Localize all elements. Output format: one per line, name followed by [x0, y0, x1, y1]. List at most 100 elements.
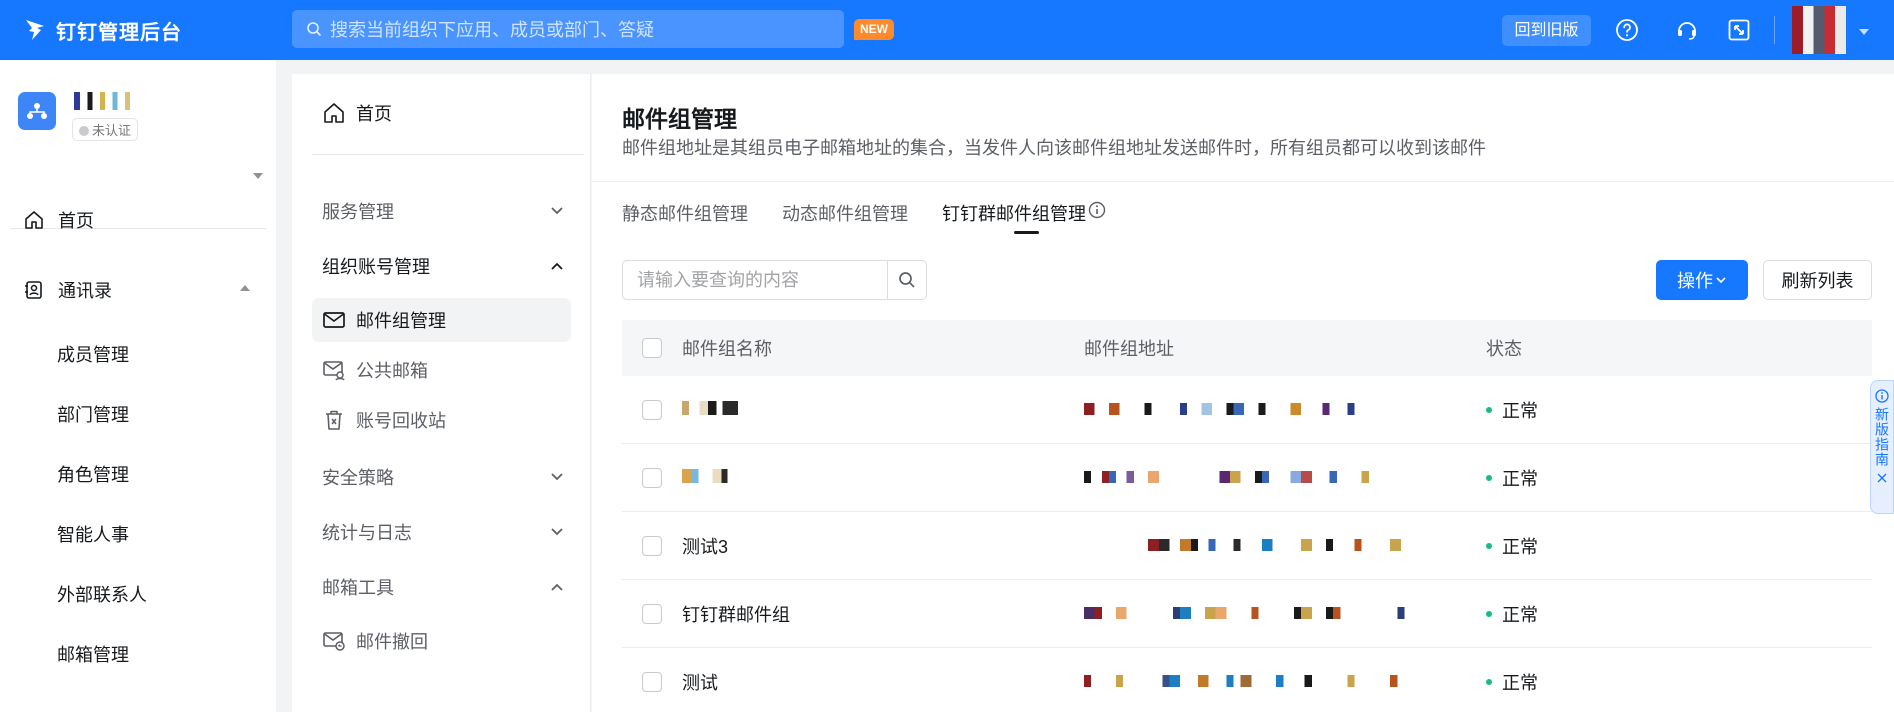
- table-header: 邮件组名称 邮件组地址 状态: [622, 320, 1872, 376]
- tab-static-mail-group[interactable]: 静态邮件组管理: [622, 200, 748, 226]
- redacted-group-address: [1084, 607, 1440, 619]
- query-search-button[interactable]: [887, 260, 927, 300]
- status-dot: [1486, 474, 1492, 481]
- sidebar-item-departments[interactable]: 部门管理: [57, 401, 129, 427]
- redacted-group-name: [682, 469, 758, 483]
- nav-group-label: 组织账号管理: [322, 257, 430, 277]
- nav-group-service[interactable]: 服务管理: [322, 198, 564, 224]
- info-icon: [1875, 389, 1889, 403]
- status-text: 正常: [1502, 468, 1538, 489]
- status-dot: [1486, 406, 1492, 413]
- org-dropdown-icon[interactable]: [252, 168, 264, 186]
- nav-item-label: 邮件撤回: [356, 632, 428, 652]
- secondary-nav-home[interactable]: 首页: [322, 100, 392, 126]
- chevron-up-icon: [551, 262, 563, 270]
- nav-item-label: 账号回收站: [356, 411, 446, 431]
- info-icon[interactable]: [1088, 201, 1106, 224]
- nav-item-recycle-bin[interactable]: 账号回收站: [312, 398, 571, 442]
- mail-group-table: 邮件组名称 邮件组地址 状态 正常 正常 测试3 正常 钉钉群邮件组 正常 测试…: [622, 320, 1872, 712]
- help-icon[interactable]: [1614, 17, 1640, 43]
- tab-dynamic-mail-group[interactable]: 动态邮件组管理: [782, 200, 908, 226]
- nav-item-mail-group[interactable]: 邮件组管理: [312, 298, 571, 342]
- nav-group-mail-tools[interactable]: 邮箱工具: [322, 574, 564, 600]
- org-logo-icon: [18, 92, 56, 130]
- nav-item-label: 公共邮箱: [356, 361, 428, 381]
- nav-item-label: 邮件组管理: [356, 311, 446, 331]
- nav-item-mail-recall[interactable]: 邮件撤回: [312, 619, 571, 663]
- user-avatar[interactable]: [1792, 6, 1846, 54]
- status-dot: [1486, 610, 1492, 617]
- nav-group-label: 服务管理: [322, 202, 394, 222]
- row-checkbox[interactable]: [642, 671, 662, 692]
- new-version-guide-tab[interactable]: 新版指南: [1870, 380, 1894, 514]
- nav-group-stats-logs[interactable]: 统计与日志: [322, 519, 564, 545]
- top-bar: 钉钉管理后台 搜索当前组织下应用、成员或部门、答疑 NEW 回到旧版: [0, 0, 1894, 60]
- search-placeholder: 搜索当前组织下应用、成员或部门、答疑: [330, 20, 654, 40]
- nav-group-org-account[interactable]: 组织账号管理: [322, 253, 564, 279]
- sidebar-item-members[interactable]: 成员管理: [57, 341, 129, 367]
- table-row[interactable]: 正常: [622, 376, 1872, 444]
- select-all-checkbox[interactable]: [642, 338, 662, 358]
- search-icon: [307, 22, 322, 37]
- dingtalk-logo-icon: [26, 20, 44, 40]
- redacted-group-address: [1084, 471, 1440, 483]
- customer-service-icon[interactable]: [1674, 17, 1700, 43]
- table-row[interactable]: 测试3 正常: [622, 512, 1872, 580]
- status-cell: 正常: [1486, 669, 1538, 695]
- operate-button[interactable]: 操作: [1656, 260, 1748, 300]
- column-header-address: 邮件组地址: [1084, 339, 1174, 359]
- nav-group-label: 邮箱工具: [322, 578, 394, 598]
- sidebar-item-label: 通讯录: [58, 281, 112, 301]
- row-checkbox[interactable]: [642, 399, 662, 420]
- fullscreen-icon[interactable]: [1726, 17, 1752, 43]
- table-row[interactable]: 正常: [622, 444, 1872, 512]
- back-to-old-version-button[interactable]: 回到旧版: [1502, 15, 1591, 46]
- status-text: 正常: [1502, 400, 1538, 421]
- chevron-up-icon: [551, 583, 563, 591]
- caret-up-icon: [240, 285, 250, 291]
- query-input[interactable]: 请输入要查询的内容: [622, 260, 888, 300]
- sidebar-item-home[interactable]: 首页: [24, 207, 94, 233]
- sidebar-item-label: 首页: [58, 211, 94, 231]
- row-checkbox[interactable]: [642, 535, 662, 556]
- nav-group-security[interactable]: 安全策略: [322, 464, 564, 490]
- chevron-down-icon: [1716, 277, 1726, 284]
- tab-dingtalk-group-mail[interactable]: 钉钉群邮件组管理: [942, 200, 1086, 226]
- sidebar-item-contacts[interactable]: 通讯录: [24, 277, 252, 303]
- mail-icon: [323, 312, 345, 328]
- group-name: 测试3: [682, 536, 729, 557]
- global-search-input[interactable]: 搜索当前组织下应用、成员或部门、答疑: [292, 10, 844, 48]
- chevron-down-icon[interactable]: [1858, 24, 1870, 42]
- status-dot: [1486, 678, 1492, 685]
- column-header-name: 邮件组名称: [682, 339, 772, 359]
- sidebar-item-external-contacts[interactable]: 外部联系人: [57, 581, 147, 607]
- sidebar-item-roles[interactable]: 角色管理: [57, 461, 129, 487]
- status-text: 正常: [1502, 672, 1538, 693]
- row-checkbox[interactable]: [642, 467, 662, 488]
- table-row[interactable]: 测试 正常: [622, 648, 1872, 712]
- operate-button-label: 操作: [1677, 271, 1713, 291]
- new-badge: NEW: [854, 19, 894, 40]
- nav-item-public-mailbox[interactable]: 公共邮箱: [312, 348, 571, 392]
- refresh-list-button[interactable]: 刷新列表: [1763, 260, 1872, 300]
- table-row[interactable]: 钉钉群邮件组 正常: [622, 580, 1872, 648]
- org-switcher[interactable]: 未认证: [18, 92, 139, 141]
- header-divider: [592, 181, 1894, 182]
- close-icon[interactable]: [1877, 473, 1887, 483]
- status-text: 正常: [1502, 536, 1538, 557]
- trash-icon: [326, 410, 342, 430]
- guide-label: 新版指南: [1874, 407, 1890, 467]
- home-icon: [324, 103, 344, 123]
- status-cell: 正常: [1486, 465, 1538, 491]
- status-cell: 正常: [1486, 397, 1538, 423]
- status-text: 正常: [1502, 604, 1538, 625]
- org-name-redacted: [74, 92, 136, 110]
- mail-recall-icon: [323, 632, 345, 651]
- page-description: 邮件组地址是其组员电子邮箱地址的集合，当发件人向该邮件组地址发送邮件时，所有组员…: [622, 138, 1486, 158]
- group-name: 测试: [682, 672, 718, 693]
- sidebar-item-mailbox[interactable]: 邮箱管理: [57, 641, 129, 667]
- sidebar-item-smart-hr[interactable]: 智能人事: [57, 521, 129, 547]
- active-tab-indicator: [1014, 231, 1039, 234]
- row-checkbox[interactable]: [642, 603, 662, 624]
- app-logo[interactable]: 钉钉管理后台: [24, 16, 182, 45]
